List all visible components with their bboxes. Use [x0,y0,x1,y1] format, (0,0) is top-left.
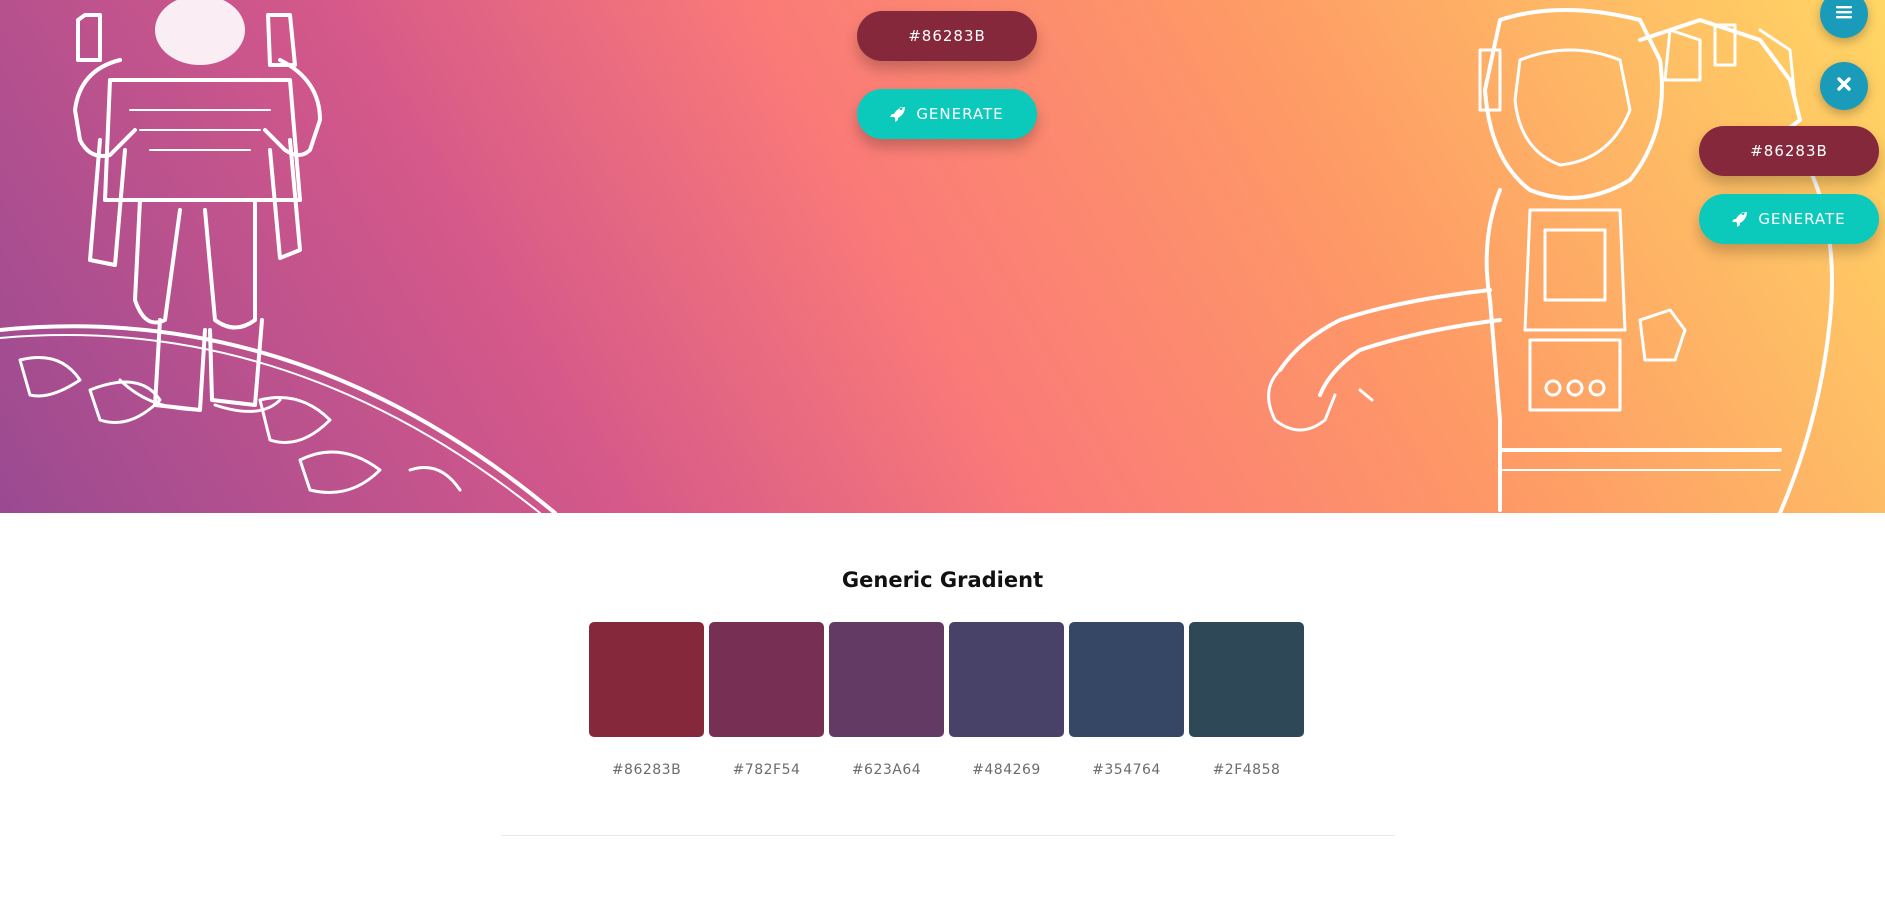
generate-button[interactable]: GENERATE [857,89,1037,139]
swatch-item[interactable]: #354764 [1069,622,1184,778]
palette-swatches: #86283B #782F54 #623A64 #484269 #354764 … [589,622,1304,778]
section-divider [502,835,1394,836]
rocket-icon [890,106,906,122]
swatch-item[interactable]: #86283B [589,622,704,778]
color-swatch[interactable] [1069,622,1184,737]
swatch-item[interactable]: #782F54 [709,622,824,778]
page: #86283B GENERATE #86283B GENERATE Generi… [0,0,1885,905]
color-swatch[interactable] [589,622,704,737]
rocket-icon [1732,211,1748,227]
floating-generate-button[interactable]: GENERATE [1699,194,1879,244]
swatch-hex-label: #86283B [611,762,682,778]
menu-icon [1835,4,1853,25]
swatch-hex-label: #623A64 [851,762,922,778]
swatch-item[interactable]: #484269 [949,622,1064,778]
color-swatch[interactable] [1189,622,1304,737]
palette-title: Generic Gradient [841,568,1044,592]
color-swatch[interactable] [829,622,944,737]
close-button[interactable] [1820,62,1868,110]
swatch-item[interactable]: #623A64 [829,622,944,778]
swatch-hex-label: #354764 [1092,762,1161,778]
close-icon [1836,76,1852,97]
swatch-hex-label: #782F54 [732,762,801,778]
hero-banner: #86283B GENERATE #86283B GENERATE [0,0,1885,513]
floating-hex-color-button[interactable]: #86283B [1699,126,1879,176]
swatch-hex-label: #484269 [972,762,1041,778]
hex-color-button[interactable]: #86283B [857,11,1037,61]
swatch-hex-label: #2F4858 [1212,762,1281,778]
color-swatch[interactable] [949,622,1064,737]
astronaut-illustration [0,0,1834,513]
swatch-item[interactable]: #2F4858 [1189,622,1304,778]
generate-label: GENERATE [916,105,1004,123]
color-swatch[interactable] [709,622,824,737]
floating-generate-label: GENERATE [1758,210,1846,228]
